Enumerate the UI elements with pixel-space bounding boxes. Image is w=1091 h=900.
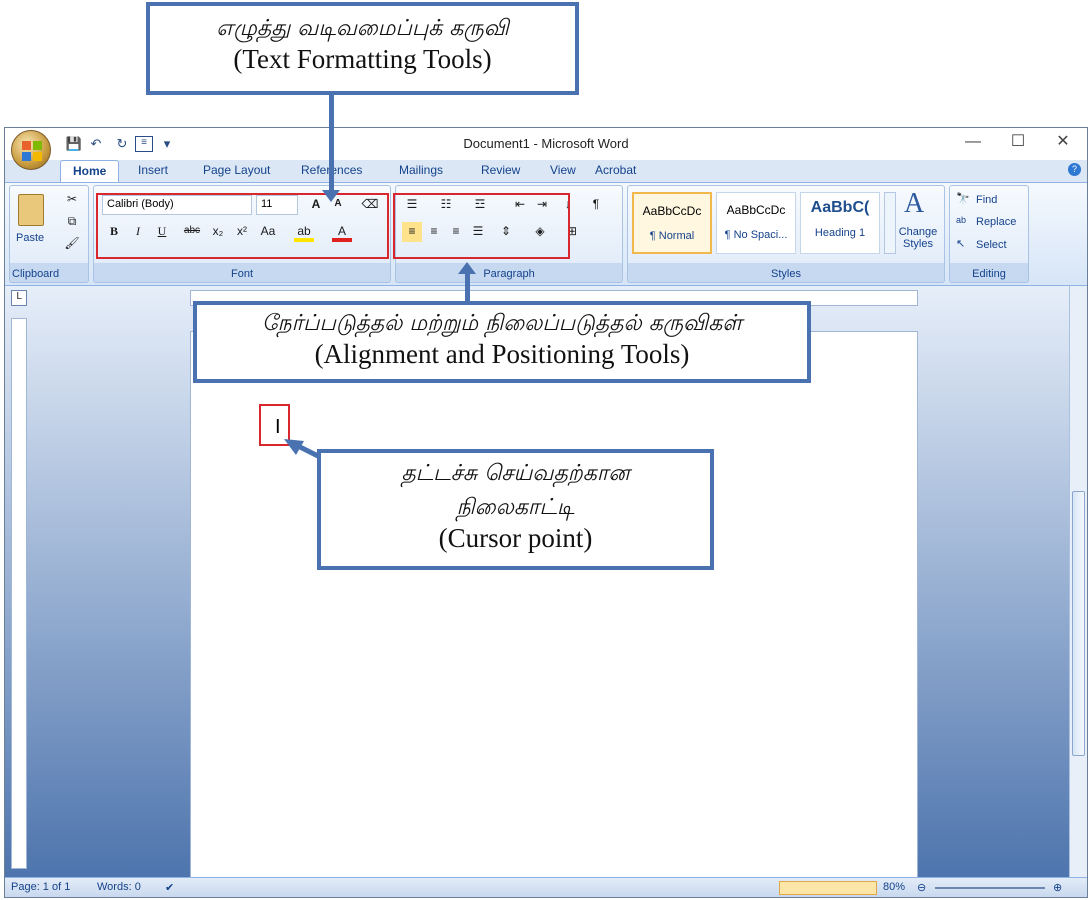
maximize-button[interactable]: ☐ <box>1003 132 1033 154</box>
tab-mailings[interactable]: Mailings <box>399 163 443 177</box>
clipboard-label: Clipboard <box>12 268 60 280</box>
style-sample: AaBbCcDc <box>642 204 702 218</box>
office-logo-icon <box>22 141 42 161</box>
font-group-highlight <box>96 193 389 259</box>
show-marks-icon[interactable]: ¶ <box>586 195 606 215</box>
word-count[interactable]: Words: 0 <box>97 881 141 893</box>
styles-group: AaBbCcDc ¶ Normal AaBbCcDc ¶ No Spaci...… <box>627 185 945 283</box>
text-formatting-callout: எழுத்து வடிவமைப்புக் கருவி (Text Formatt… <box>146 2 579 95</box>
arrow-head <box>458 262 476 274</box>
tab-home[interactable]: Home <box>60 160 120 183</box>
select-button[interactable]: Select <box>976 239 1007 251</box>
replace-button[interactable]: Replace <box>976 216 1016 228</box>
callout-tamil-text: எழுத்து வடிவமைப்புக் கருவி <box>216 16 509 41</box>
font-label: Font <box>230 268 253 280</box>
clipboard-group: Paste ✂ ⧉ 🖌 Clipboard <box>9 185 89 283</box>
scroll-thumb[interactable] <box>1072 491 1085 756</box>
editing-group: 🔭 Find ab Replace ↖ Select Editing <box>949 185 1029 283</box>
find-button[interactable]: Find <box>976 194 997 206</box>
style-sample: AaBbCcDc <box>726 203 786 217</box>
tab-page-layout[interactable]: Page Layout <box>203 163 270 177</box>
tab-selector[interactable]: L <box>11 290 27 306</box>
ribbon-tabs: Home Insert Page Layout References Maili… <box>5 160 1087 183</box>
alignment-callout: நேர்ப்படுத்தல் மற்றும் நிலைப்படுத்தல் கர… <box>193 301 811 383</box>
change-styles-button[interactable]: Change Styles <box>896 226 940 250</box>
tab-review[interactable]: Review <box>481 163 520 177</box>
replace-icon: ab <box>956 215 967 225</box>
cut-icon[interactable]: ✂ <box>62 190 82 210</box>
paste-button[interactable]: Paste <box>16 232 44 244</box>
zoom-slider[interactable] <box>935 887 1045 889</box>
callout-english-text: (Text Formatting Tools) <box>233 44 492 74</box>
document-page[interactable]: I <box>190 331 918 891</box>
copy-icon[interactable]: ⧉ <box>62 212 82 232</box>
arrow-line <box>465 272 470 302</box>
alignment-highlight <box>393 193 570 259</box>
styles-scroll[interactable] <box>884 192 896 254</box>
cursor-callout: தட்டச்சு செய்வதற்கான நிலைகாட்டி (Cursor … <box>317 449 714 570</box>
callout-english-text: (Cursor point) <box>438 523 593 553</box>
close-button[interactable]: ✕ <box>1048 132 1078 154</box>
vertical-scrollbar[interactable] <box>1069 286 1087 879</box>
zoom-out-icon[interactable]: ⊖ <box>917 881 926 894</box>
style-name: Heading 1 <box>814 227 866 239</box>
callout-tamil-text: நிலைகாட்டி <box>456 495 575 520</box>
tab-view[interactable]: View <box>550 163 576 177</box>
view-buttons[interactable] <box>779 881 877 895</box>
paste-icon[interactable] <box>18 194 44 226</box>
select-icon: ↖ <box>956 238 966 250</box>
zoom-level[interactable]: 80% <box>883 881 905 893</box>
styles-label: Styles <box>771 268 801 280</box>
status-bar: Page: 1 of 1 Words: 0 ✔ 80% ⊖ ⊕ <box>5 877 1087 897</box>
help-icon[interactable]: ? <box>1068 163 1081 176</box>
arrow-line <box>329 95 334 195</box>
style-no-spacing[interactable]: AaBbCcDc ¶ No Spaci... <box>716 192 796 254</box>
arrow-head <box>322 190 340 202</box>
vertical-ruler[interactable] <box>11 318 27 869</box>
window-title: Document1 - Microsoft Word <box>463 136 629 151</box>
callout-tamil-text: நேர்ப்படுத்தல் மற்றும் நிலைப்படுத்தல் கர… <box>261 311 743 336</box>
title-bar: 💾 ↶ ↻ ≡ ▾ Document1 - Microsoft Word — ☐… <box>5 128 1087 160</box>
style-name: ¶ No Spaci... <box>724 229 788 241</box>
tab-insert[interactable]: Insert <box>138 163 168 177</box>
proofing-icon[interactable]: ✔ <box>165 881 174 894</box>
callout-english-text: (Alignment and Positioning Tools) <box>314 339 690 369</box>
style-name: ¶ Normal <box>649 230 695 242</box>
find-icon: 🔭 <box>956 193 970 205</box>
style-heading-1[interactable]: AaBbC( Heading 1 <box>800 192 880 254</box>
change-styles-icon[interactable]: A <box>904 188 924 220</box>
callout-tamil-text: தட்டச்சு செய்வதற்கான <box>401 461 630 486</box>
format-painter-icon[interactable]: 🖌 <box>62 234 82 254</box>
zoom-in-icon[interactable]: ⊕ <box>1053 881 1062 894</box>
page-count[interactable]: Page: 1 of 1 <box>11 881 70 893</box>
editing-label: Editing <box>972 268 1006 280</box>
style-normal[interactable]: AaBbCcDc ¶ Normal <box>632 192 712 254</box>
office-button[interactable] <box>11 130 51 170</box>
style-sample: AaBbC( <box>810 199 870 216</box>
tab-acrobat[interactable]: Acrobat <box>595 163 636 177</box>
minimize-button[interactable]: — <box>958 132 988 154</box>
paragraph-label: Paragraph <box>483 268 535 280</box>
